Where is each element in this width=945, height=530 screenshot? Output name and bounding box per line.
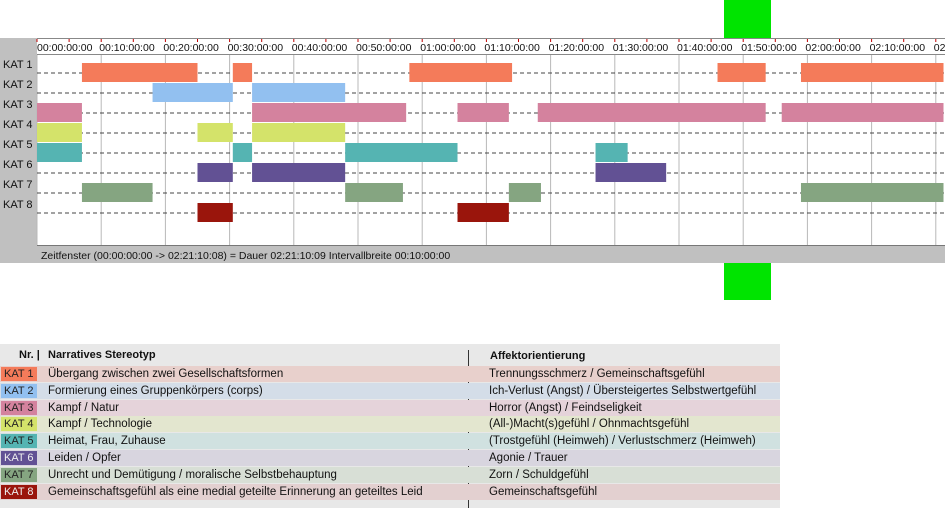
category-segment (197, 123, 233, 142)
category-badge: KAT 5 (1, 434, 37, 449)
tick-label: 02 (934, 42, 945, 54)
row-label: KAT 2 (3, 79, 33, 91)
tick-label: 01:10:00:00 (484, 42, 540, 54)
tick-label: 00:20:00:00 (163, 42, 219, 54)
category-segment (197, 203, 233, 222)
category-segment (152, 83, 233, 102)
tick-label: 01:20:00:00 (549, 42, 605, 54)
legend-row: KAT 8 Gemeinschaftsgefühl als eine medial… (0, 483, 780, 500)
playhead-marker-top (724, 0, 771, 38)
tick-label: 01:30:00:00 (613, 42, 669, 54)
affekt-text: Gemeinschaftsgefühl (489, 485, 598, 498)
category-segment (81, 63, 198, 82)
category-segment (252, 163, 346, 182)
affekt-text: Trennungsschmerz / Gemeinschaftsgefühl (489, 368, 705, 380)
playhead-marker-bottom (724, 263, 771, 300)
category-segment (345, 143, 458, 162)
row-label: KAT 7 (3, 179, 33, 191)
legend-header-stereotyp: Narratives Stereotyp (48, 349, 156, 361)
category-segment (800, 183, 944, 202)
legend-row: KAT 5 Heimat, Frau, Zuhause (Trostgefühl (… (0, 433, 780, 450)
category-legend: Nr. | Narratives Stereotyp Affektorienti… (0, 344, 780, 508)
category-segment (717, 63, 766, 82)
stereotyp-text: Leiden / Opfer (48, 452, 121, 464)
legend-row: KAT 7 Unrecht und Demütigung / moralische… (0, 466, 780, 483)
category-badge: KAT 8 (1, 484, 37, 499)
category-segment (345, 183, 403, 202)
category-segment (252, 83, 346, 102)
legend-header-nr: Nr. | (19, 349, 40, 361)
category-segment (409, 63, 513, 82)
stereotyp-text: Heimat, Frau, Zuhause (48, 435, 166, 448)
tick-label: 00:30:00:00 (228, 42, 284, 54)
category-segment (800, 63, 944, 82)
stereotyp-text: Kampf / Natur (48, 401, 119, 414)
affekt-text: Horror (Angst) / Feindseligkeit (489, 401, 642, 414)
affekt-text: Agonie / Trauer (489, 452, 568, 464)
tick-label: 01:50:00:00 (741, 42, 797, 54)
tick-label: 00:50:00:00 (356, 42, 412, 54)
category-segment (508, 183, 541, 202)
stereotyp-text: Übergang zwischen zwei Gesellschaftsform… (48, 368, 284, 380)
status-text: Zeitfenster (00:00:00:00 -> 02:21:10:08)… (41, 250, 450, 262)
row-label: KAT 3 (3, 99, 33, 111)
row-label: KAT 5 (3, 139, 33, 151)
category-badge: KAT 3 (1, 400, 37, 415)
stereotyp-text: Formierung eines Gruppenkörpers (corps) (48, 384, 263, 397)
category-badge: KAT 2 (1, 383, 37, 398)
category-segment (37, 103, 82, 122)
category-segment (232, 63, 253, 82)
category-badge: KAT 1 (1, 367, 37, 381)
row-label: KAT 6 (3, 159, 33, 171)
affekt-text: Ich-Verlust (Angst) / Übersteigertes Sel… (489, 384, 757, 397)
category-segment (232, 143, 253, 162)
category-segment (595, 143, 628, 162)
legend-row: KAT 2 Formierung eines Gruppenkörpers (co… (0, 382, 780, 399)
category-segment (537, 103, 766, 122)
category-badge: KAT 4 (1, 417, 37, 432)
tick-label: 00:10:00:00 (99, 42, 155, 54)
category-segment (252, 103, 407, 122)
stereotyp-text: Kampf / Technologie (48, 418, 152, 431)
affekt-text: (All-)Macht(s)gefühl / Ohnmachtsgefühl (489, 418, 690, 431)
affekt-text: (Trostgefühl (Heimweh) / Verlustschmerz … (489, 435, 756, 448)
row-label: KAT 4 (3, 119, 33, 131)
stereotyp-text: Gemeinschaftsgefühl als eine medial gete… (48, 485, 423, 498)
category-segment (457, 203, 509, 222)
category-segment (252, 123, 346, 142)
category-segment (37, 123, 82, 142)
category-segment (197, 163, 233, 182)
affekt-text: Zorn / Schuldgefühl (489, 468, 589, 481)
tick-label: 00:00:00:00 (37, 42, 93, 54)
legend-row: KAT 6 Leiden / Opfer Agonie / Trauer (0, 450, 780, 466)
legend-header-affekt: Affektorientierung (490, 350, 586, 362)
category-badge: KAT 6 (1, 451, 37, 465)
stereotyp-text: Unrecht und Demütigung / moralische Selb… (48, 468, 337, 481)
category-segment (457, 103, 509, 122)
category-segment (81, 183, 153, 202)
category-segment (37, 143, 82, 162)
tick-label: 02:10:00:00 (870, 42, 926, 54)
timeline-chart[interactable]: 00:00:00:00 00:10:00:00 00:20:00:00 00:30:0… (0, 38, 945, 263)
row-label: KAT 8 (3, 199, 33, 211)
tick-label: 00:40:00:00 (292, 42, 348, 54)
category-segment (595, 163, 667, 182)
tick-label: 02:00:00:00 (805, 42, 861, 54)
tick-label: 01:40:00:00 (677, 42, 733, 54)
legend-row: KAT 1 Übergang zwischen zwei Gesellschaft… (0, 366, 780, 382)
tick-label: 01:00:00:00 (420, 42, 476, 54)
category-segment (781, 103, 944, 122)
row-label: KAT 1 (3, 59, 33, 71)
category-badge: KAT 7 (1, 467, 37, 482)
legend-row: KAT 3 Kampf / Natur Horror (Angst) / Feind… (0, 399, 780, 416)
legend-row: KAT 4 Kampf / Technologie (All-)Macht(s)ge… (0, 416, 780, 433)
